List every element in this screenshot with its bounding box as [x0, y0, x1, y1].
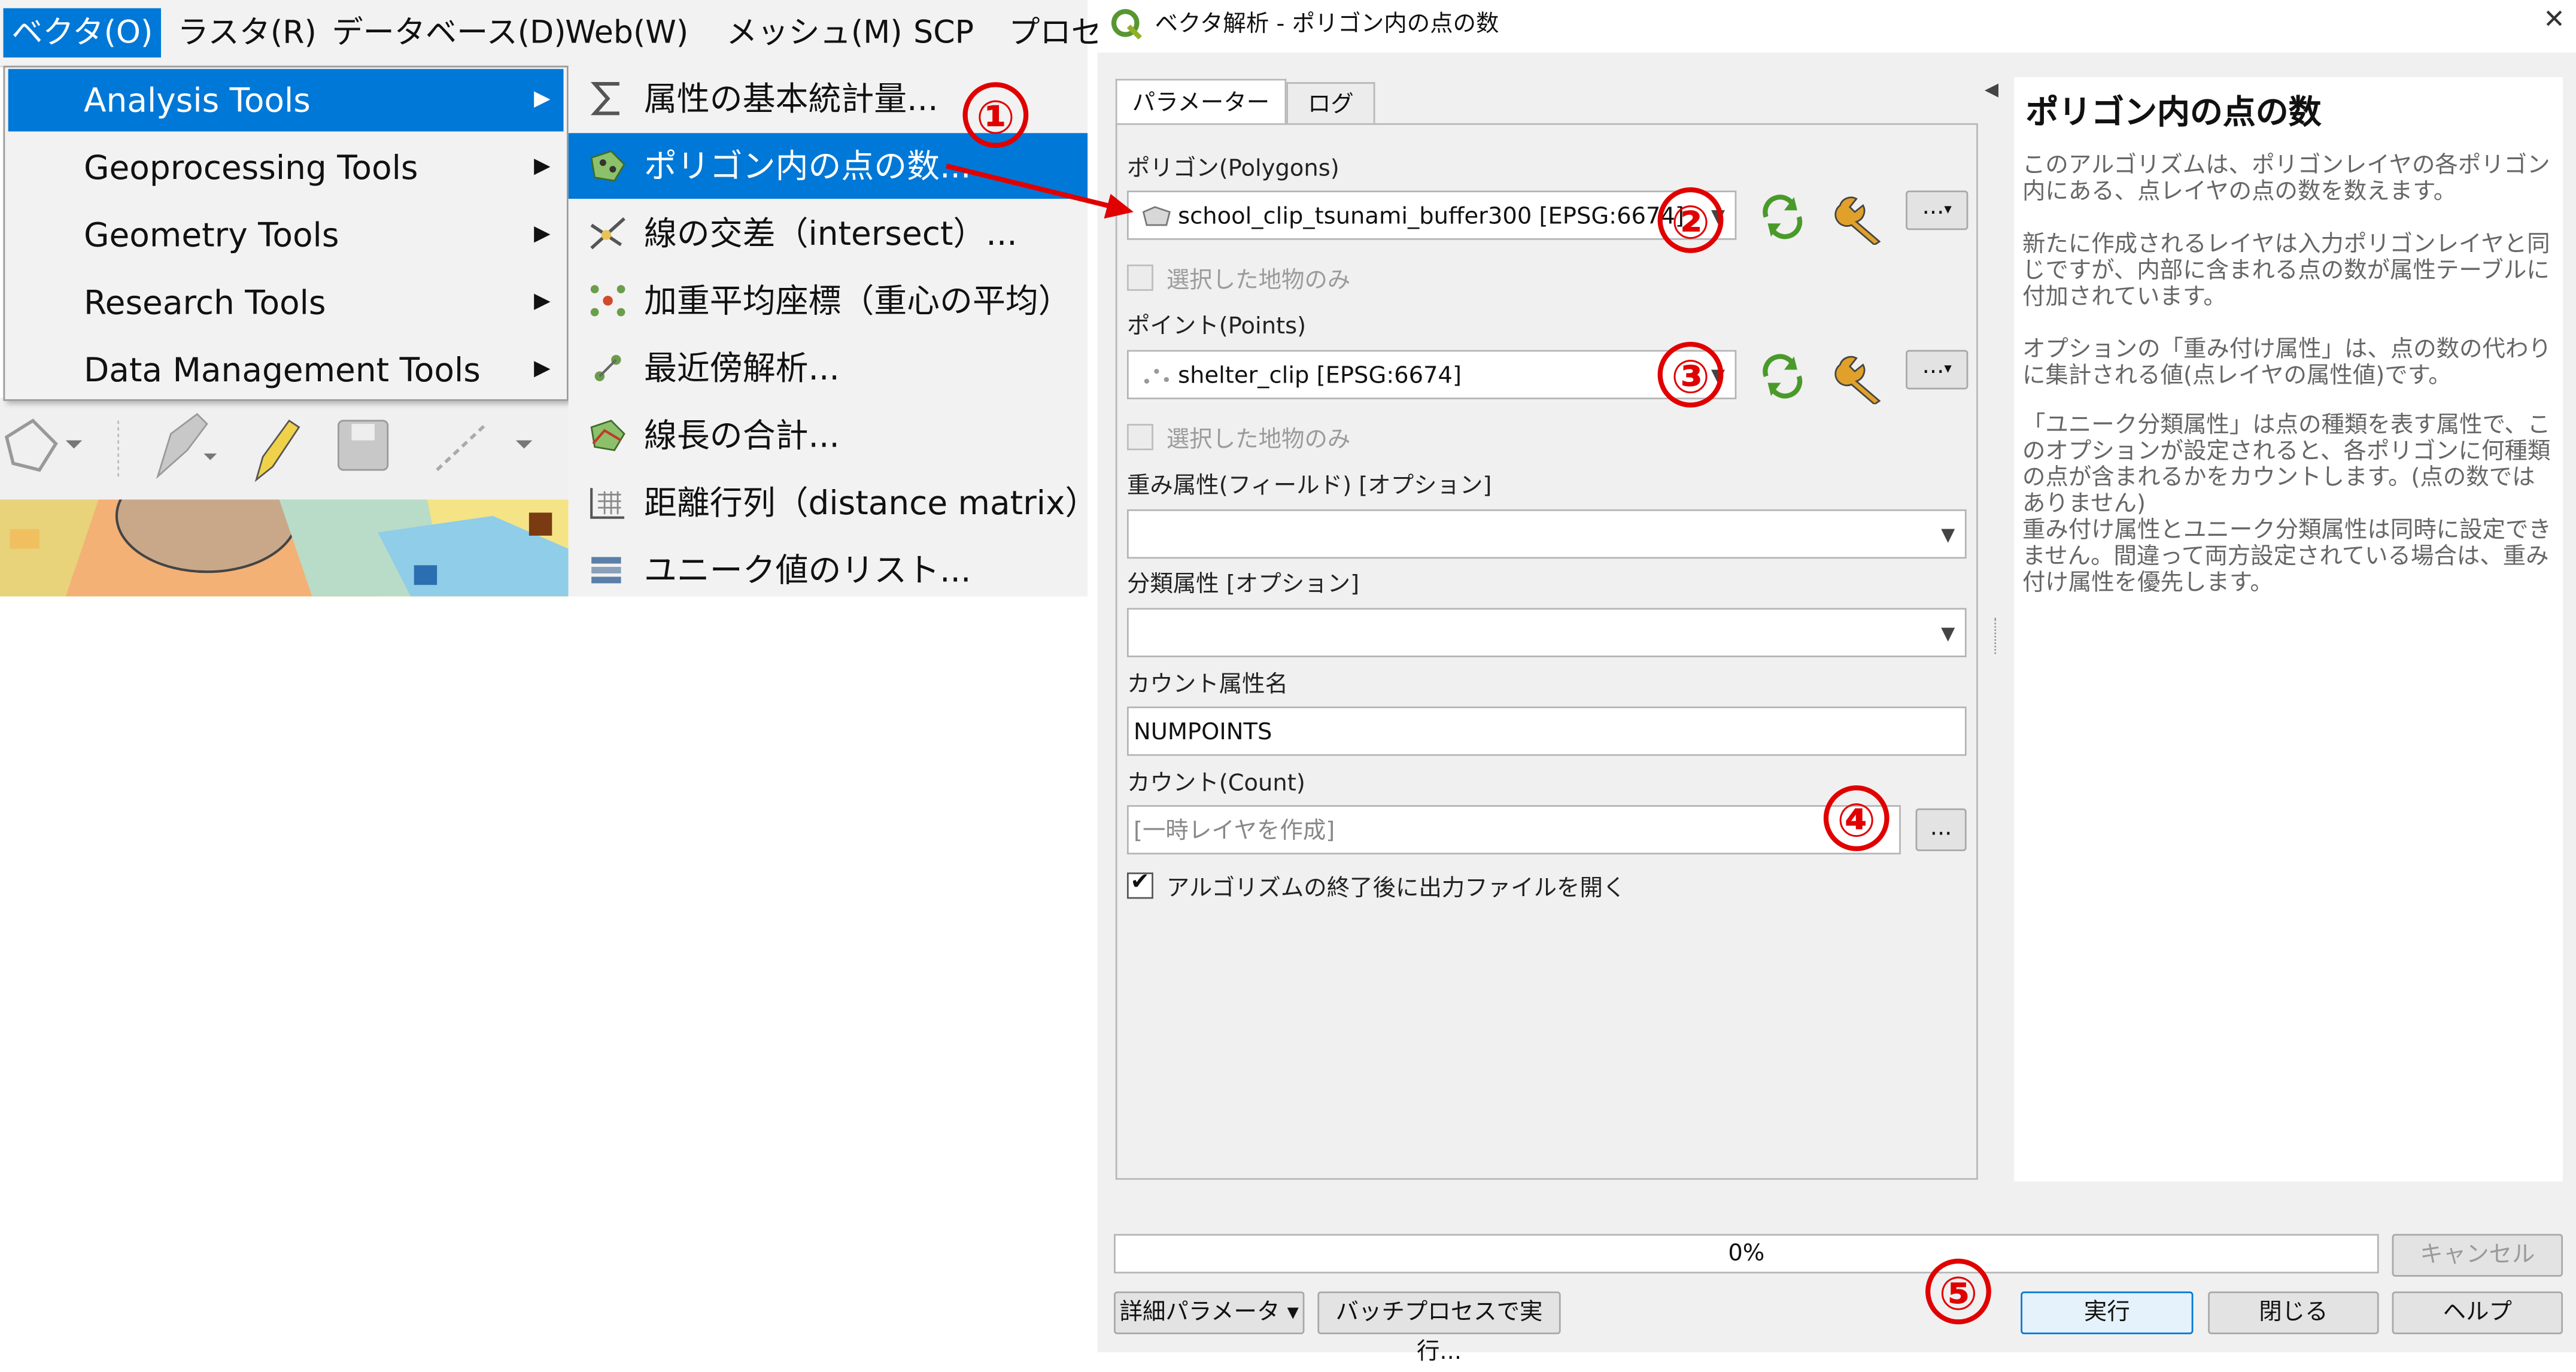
annotation-arrow: [946, 163, 1134, 219]
screenshot-stage: ベクタ(O) ラスタ(R) データベース(D) Web(W) メッシュ(M) S…: [0, 0, 2576, 1365]
